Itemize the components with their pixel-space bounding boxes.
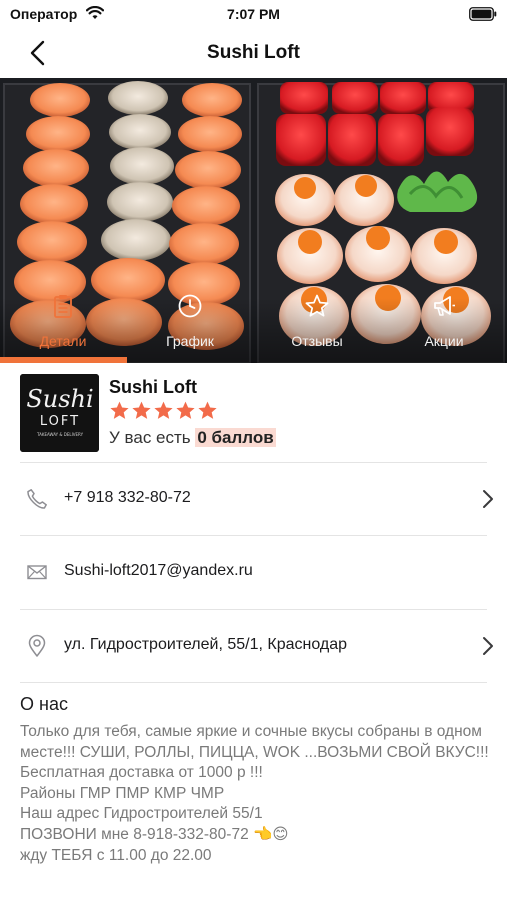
star-icon <box>110 401 129 419</box>
clipboard-icon <box>54 295 72 318</box>
about-heading: О нас <box>20 694 68 714</box>
phone-number: +7 918 332-80-72 <box>64 489 191 506</box>
phone-icon <box>27 489 47 509</box>
restaurant-name: Sushi Loft <box>109 377 197 397</box>
tab-schedule[interactable]: График <box>127 290 253 363</box>
points-balance: У вас есть 0 баллов <box>109 428 276 448</box>
logo-loft-text: LOFT <box>40 414 80 429</box>
status-bar: Оператор 7:07 PM <box>0 0 507 30</box>
tab-details[interactable]: Детали <box>0 290 126 363</box>
page-title: Sushi Loft <box>207 42 300 63</box>
tab-reviews[interactable]: Отзывы <box>254 290 380 363</box>
star-icon <box>154 401 173 419</box>
chevron-right-icon <box>483 490 493 508</box>
tab-reviews-label: Отзывы <box>291 333 343 349</box>
star-icon <box>176 401 195 419</box>
rating-stars <box>109 400 219 422</box>
logo-tagline: TAKEAWAY & DELIVERY <box>36 432 84 437</box>
tab-promotions-label: Акции <box>424 333 464 349</box>
clock-icon <box>178 294 202 318</box>
points-prefix: У вас есть <box>109 428 191 447</box>
tab-bar: Детали График Отзывы Акции <box>0 290 507 363</box>
restaurant-profile: Sushi LOFT TAKEAWAY & DELIVERY Sushi Lof… <box>0 363 507 463</box>
star-icon <box>198 401 217 419</box>
about-description: Только для тебя, самые яркие и сочные вк… <box>20 723 489 864</box>
envelope-icon <box>27 565 47 580</box>
navigation-bar: Sushi Loft <box>0 30 507 78</box>
location-pin-icon <box>28 634 46 657</box>
status-time: 7:07 PM <box>227 6 280 22</box>
megaphone-icon <box>434 296 455 316</box>
star-icon <box>132 401 151 419</box>
email-row[interactable]: Sushi-loft2017@yandex.ru <box>0 536 507 608</box>
logo-script-text: Sushi <box>26 385 93 413</box>
phone-row[interactable]: +7 918 332-80-72 <box>0 463 507 535</box>
chevron-right-icon <box>483 637 493 655</box>
tab-details-label: Детали <box>39 333 87 349</box>
tab-schedule-label: График <box>166 333 214 349</box>
tab-promotions[interactable]: Акции <box>381 290 507 363</box>
points-value: 0 баллов <box>195 428 276 447</box>
battery-icon <box>469 7 497 21</box>
restaurant-logo: Sushi LOFT TAKEAWAY & DELIVERY <box>20 374 99 452</box>
star-outline-icon <box>305 294 329 317</box>
divider <box>20 682 487 683</box>
email-address: Sushi-loft2017@yandex.ru <box>64 562 253 579</box>
street-address: ул. Гидростроителей, 55/1, Краснодар <box>64 636 348 653</box>
address-row[interactable]: ул. Гидростроителей, 55/1, Краснодар <box>0 610 507 682</box>
